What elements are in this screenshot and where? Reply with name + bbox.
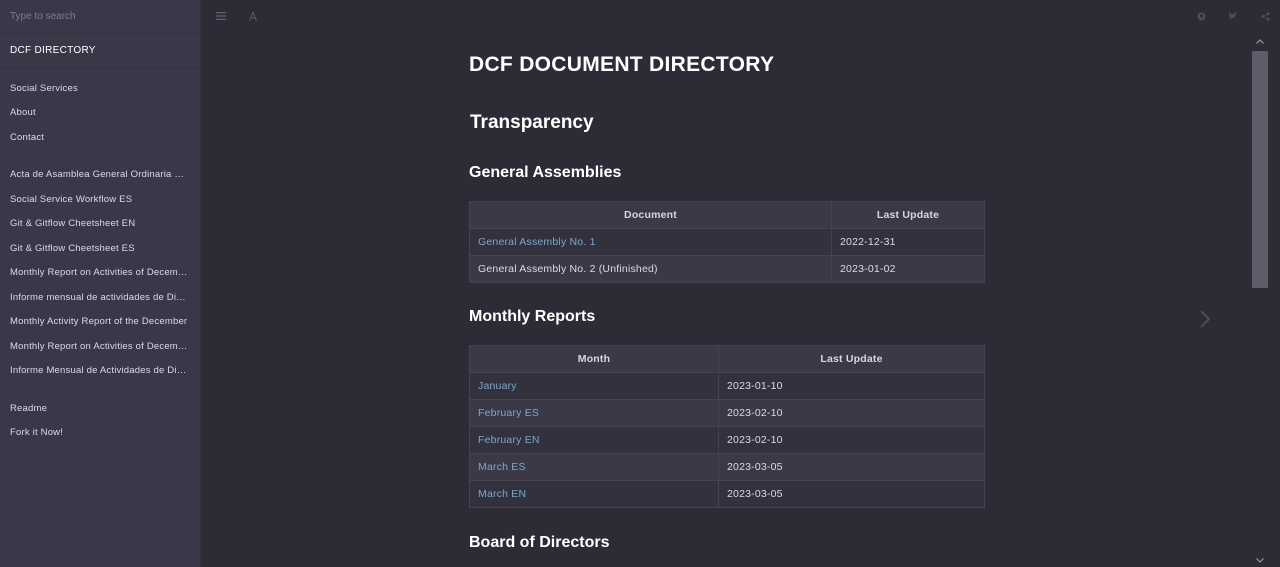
sidebar-item-label: Git & Gitflow Cheetsheet EN (10, 218, 136, 230)
menu-icon[interactable] (214, 9, 228, 23)
heading-monthly-reports: Monthly Reports (469, 308, 596, 325)
table-row: March EN 2023-03-05 (469, 480, 985, 508)
sidebar-item-fork-it-now[interactable]: Fork it Now! (0, 421, 200, 446)
table-row: General Assembly No. 1 2022-12-31 (469, 228, 985, 256)
sidebar-item-label: Monthly Activity Report of the December (10, 316, 188, 328)
sidebar-item-git-cheatsheet-es[interactable]: Git & Gitflow Cheetsheet ES (0, 236, 200, 261)
share-icon[interactable] (1258, 9, 1272, 23)
column-header-month: Month (469, 345, 719, 373)
report-link[interactable]: January (478, 380, 517, 392)
table-cell-date: 2023-03-05 (718, 480, 985, 508)
assemblies-table: Document Last Update General Assembly No… (469, 201, 985, 283)
sidebar-item-label: About (10, 107, 36, 119)
sidebar-item-about[interactable]: About (0, 101, 200, 126)
scrollbar-thumb[interactable] (1252, 51, 1268, 288)
next-page-chevron-icon[interactable] (1197, 308, 1213, 330)
sidebar-item-label: Social Service Workflow ES (10, 193, 133, 205)
document-link[interactable]: General Assembly No. 1 (478, 236, 596, 248)
scrollbar[interactable] (1252, 34, 1268, 567)
heading-board-of-directors: Board of Directors (469, 534, 610, 551)
table-row: General Assembly No. 2 (Unfinished) 2023… (469, 255, 985, 283)
heading-general-assemblies: General Assemblies (469, 164, 622, 181)
table-cell-date: 2022-12-31 (831, 228, 985, 256)
column-header-last-update: Last Update (831, 201, 985, 229)
sidebar-title-row[interactable]: DCF DIRECTORY (0, 34, 200, 68)
sidebar-item-label: Contact (10, 131, 45, 143)
report-link[interactable]: March ES (478, 461, 526, 473)
table-cell-month: February EN (469, 426, 719, 454)
nav-group-main: Social Services About Contact (0, 68, 200, 155)
report-link[interactable]: March EN (478, 488, 526, 500)
table-cell-date: 2023-01-02 (831, 255, 985, 283)
table-row: March ES 2023-03-05 (469, 453, 985, 481)
search-bar (0, 0, 200, 34)
sidebar-item-label: Informe Mensual de Actividades de Diciem… (10, 365, 190, 377)
toolbar-right (1194, 9, 1272, 23)
sidebar-item-monthly-activity-report[interactable]: Monthly Activity Report of the December (0, 310, 200, 335)
search-input[interactable] (10, 11, 190, 22)
table-cell-month: March EN (469, 480, 719, 508)
table-cell-month: February ES (469, 399, 719, 427)
sidebar-item-label: Informe mensual de actividades de Diciem… (10, 291, 190, 303)
toolbar-left (214, 9, 260, 23)
section-heading-transparency: Transparency (470, 112, 594, 133)
scroll-up-arrow-icon[interactable] (1252, 34, 1268, 48)
twitter-icon[interactable] (1226, 9, 1240, 23)
sidebar: DCF DIRECTORY Social Services About Cont… (0, 0, 201, 567)
table-cell-month: January (469, 372, 719, 400)
sidebar-item-label: Readme (10, 402, 48, 414)
column-header-last-update: Last Update (718, 345, 985, 373)
sidebar-item-social-services[interactable]: Social Services (0, 76, 200, 101)
scroll-down-arrow-icon[interactable] (1252, 553, 1268, 567)
sidebar-item-contact[interactable]: Contact (0, 125, 200, 150)
column-header-document: Document (469, 201, 832, 229)
sidebar-item-monthly-report-2[interactable]: Monthly Report on Activities of December (0, 334, 200, 359)
sidebar-item-acta-asamblea[interactable]: Acta de Asamblea General Ordinaria No. 1 (0, 163, 200, 188)
sidebar-item-social-service-workflow[interactable]: Social Service Workflow ES (0, 187, 200, 212)
sidebar-item-label: Monthly Report on Activities of December (10, 340, 190, 352)
reports-table: Month Last Update January 2023-01-10 Feb… (469, 345, 985, 508)
table-header-row: Month Last Update (469, 345, 985, 373)
sidebar-item-informe-mensual-2[interactable]: Informe Mensual de Actividades de Diciem… (0, 359, 200, 384)
nav-group-footer: Readme Fork it Now! (0, 388, 200, 449)
sidebar-item-label: Monthly Report on Activities of December (10, 267, 190, 279)
nav-group-documents: Acta de Asamblea General Ordinaria No. 1… (0, 155, 200, 388)
github-icon[interactable] (1194, 9, 1208, 23)
table-cell-date: 2023-03-05 (718, 453, 985, 481)
font-icon[interactable] (246, 9, 260, 23)
sidebar-item-git-cheatsheet-en[interactable]: Git & Gitflow Cheetsheet EN (0, 212, 200, 237)
report-link[interactable]: February ES (478, 407, 539, 419)
page-title: DCF DOCUMENT DIRECTORY (469, 53, 775, 76)
table-row: February EN 2023-02-10 (469, 426, 985, 454)
table-cell-document: General Assembly No. 2 (Unfinished) (469, 255, 832, 283)
sidebar-item-label: Fork it Now! (10, 427, 64, 439)
sidebar-item-informe-mensual-1[interactable]: Informe mensual de actividades de Diciem… (0, 285, 200, 310)
sidebar-item-readme[interactable]: Readme (0, 396, 200, 421)
table-cell-date: 2023-01-10 (718, 372, 985, 400)
sidebar-title: DCF DIRECTORY (10, 45, 96, 56)
table-cell-document: General Assembly No. 1 (469, 228, 832, 256)
table-cell-date: 2023-02-10 (718, 399, 985, 427)
table-row: January 2023-01-10 (469, 372, 985, 400)
report-link[interactable]: February EN (478, 434, 540, 446)
table-cell-month: March ES (469, 453, 719, 481)
table-cell-date: 2023-02-10 (718, 426, 985, 454)
sidebar-item-label: Social Services (10, 82, 78, 94)
sidebar-item-label: Acta de Asamblea General Ordinaria No. 1 (10, 169, 190, 181)
sidebar-item-label: Git & Gitflow Cheetsheet ES (10, 242, 135, 254)
table-row: February ES 2023-02-10 (469, 399, 985, 427)
table-header-row: Document Last Update (469, 201, 985, 229)
sidebar-item-monthly-report-1[interactable]: Monthly Report on Activities of December (0, 261, 200, 286)
